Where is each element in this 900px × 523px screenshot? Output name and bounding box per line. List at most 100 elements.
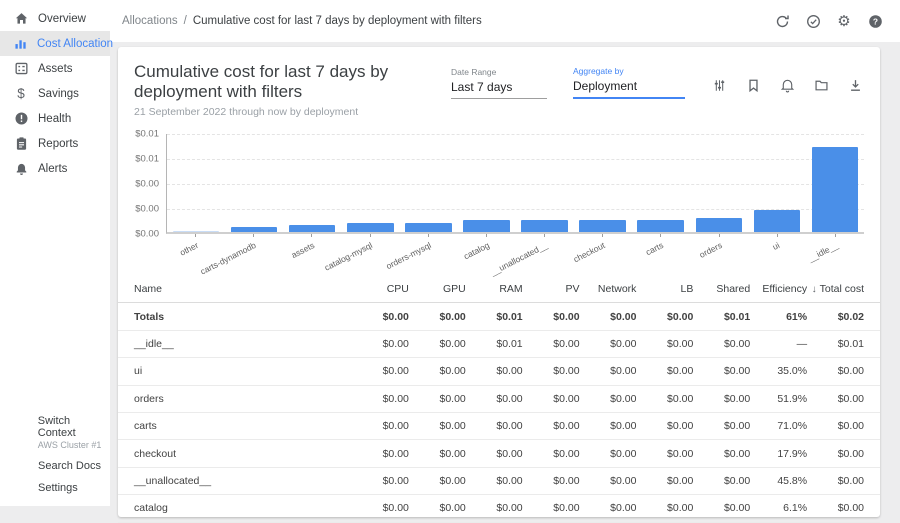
current-context-value: AWS Cluster #1 [38, 440, 110, 450]
date-range-value[interactable]: Last 7 days [451, 80, 547, 99]
bar-assets[interactable] [283, 134, 341, 232]
sidebar-item-label: Savings [38, 88, 79, 100]
table-row-carts[interactable]: carts$0.00$0.00$0.00$0.00$0.00$0.00$0.00… [118, 413, 880, 440]
row-name: ui [134, 365, 352, 377]
table-header-row: NameCPUGPURAMPVNetworkLBSharedEfficiency… [118, 276, 880, 303]
column-header-efficiency[interactable]: Efficiency [750, 283, 807, 295]
table-row-checkout[interactable]: checkout$0.00$0.00$0.00$0.00$0.00$0.00$0… [118, 440, 880, 467]
sidebar-item-alerts[interactable]: Alerts [0, 156, 110, 181]
sidebar-item-label: Assets [38, 63, 73, 75]
row-value-cpu: $0.00 [352, 393, 409, 405]
aggregate-by-value[interactable]: Deployment [573, 79, 685, 99]
bookmark-icon[interactable] [745, 77, 762, 94]
bar-catalog[interactable] [457, 134, 515, 232]
tune-filters-icon[interactable] [711, 77, 728, 94]
bar-carts[interactable] [632, 134, 690, 232]
bar-rect [637, 220, 683, 233]
sidebar-item-cost-allocation[interactable]: Cost Allocation [0, 31, 110, 56]
sidebar-item-reports[interactable]: Reports [0, 131, 110, 156]
sidebar-item-savings[interactable]: $ Savings [0, 81, 110, 106]
column-header-cpu[interactable]: CPU [352, 283, 409, 295]
gear-icon[interactable]: ⚙ [835, 12, 853, 30]
x-axis-label: __idle__ [806, 240, 839, 264]
refresh-icon[interactable] [773, 12, 791, 30]
sidebar-item-health[interactable]: Health [0, 106, 110, 131]
aggregate-by-field[interactable]: Aggregate by Deployment [573, 66, 685, 99]
column-header-network[interactable]: Network [580, 283, 637, 295]
y-axis-labels: $0.01$0.01$0.00$0.00$0.00 [124, 134, 166, 236]
breadcrumb-allocations-link[interactable]: Allocations [122, 15, 178, 27]
bar-orders-mysql[interactable] [399, 134, 457, 232]
row-value-total-cost: $0.00 [807, 365, 864, 377]
row-value-total-cost: $0.02 [807, 311, 864, 323]
row-value-efficiency: 6.1% [750, 502, 807, 514]
download-icon[interactable] [847, 77, 864, 94]
column-header-lb[interactable]: LB [636, 283, 693, 295]
column-header-name[interactable]: Name [134, 283, 352, 295]
x-axis-label: checkout [572, 240, 607, 264]
row-value-gpu: $0.00 [409, 365, 466, 377]
bar-ui[interactable] [748, 134, 806, 232]
bar-rect [405, 223, 451, 232]
table-row-ui[interactable]: ui$0.00$0.00$0.00$0.00$0.00$0.00$0.0035.… [118, 358, 880, 385]
bar-carts-dynamodb[interactable] [225, 134, 283, 232]
row-value-lb: $0.00 [636, 393, 693, 405]
main-area: Allocations / Cumulative cost for last 7… [110, 0, 900, 506]
bell-filled-icon [13, 161, 29, 176]
breadcrumb: Allocations / Cumulative cost for last 7… [122, 15, 482, 27]
chart-plot-area [166, 134, 864, 234]
y-tick-label: $0.01 [135, 154, 159, 165]
bell-outline-icon[interactable] [779, 77, 796, 94]
table-row-orders[interactable]: orders$0.00$0.00$0.00$0.00$0.00$0.00$0.0… [118, 386, 880, 413]
bar-catalog-mysql[interactable] [341, 134, 399, 232]
row-value-gpu: $0.00 [409, 338, 466, 350]
date-range-field[interactable]: Date Range Last 7 days [451, 67, 547, 99]
folder-icon[interactable] [813, 77, 830, 94]
row-value-gpu: $0.00 [409, 448, 466, 460]
row-name: Totals [134, 311, 352, 323]
bar-orders[interactable] [690, 134, 748, 232]
column-header-pv[interactable]: PV [523, 283, 580, 295]
row-value-cpu: $0.00 [352, 502, 409, 514]
bar-unallocated[interactable] [515, 134, 573, 232]
bar-chart-icon [13, 36, 28, 51]
svg-text:?: ? [872, 16, 877, 26]
table-row-totals[interactable]: Totals$0.00$0.00$0.01$0.00$0.00$0.00$0.0… [118, 303, 880, 330]
row-value-efficiency: 17.9% [750, 448, 807, 460]
x-axis-label: catalog [462, 240, 491, 261]
topbar: Allocations / Cumulative cost for last 7… [110, 0, 900, 42]
table-row-idle[interactable]: __idle__$0.00$0.00$0.01$0.00$0.00$0.00$0… [118, 331, 880, 358]
column-header-total-cost[interactable]: ↓Total cost [807, 283, 864, 295]
bar-idle[interactable] [806, 134, 864, 232]
breadcrumb-separator: / [184, 15, 187, 27]
row-name: checkout [134, 448, 352, 460]
column-header-ram[interactable]: RAM [466, 283, 523, 295]
row-value-shared: $0.00 [693, 448, 750, 460]
bar-rect [521, 220, 567, 233]
row-value-lb: $0.00 [636, 502, 693, 514]
sidebar-item-assets[interactable]: Assets [0, 56, 110, 81]
sidebar-item-label: Reports [38, 138, 78, 150]
help-icon[interactable]: ? [866, 12, 884, 30]
sidebar-item-overview[interactable]: Overview [0, 6, 110, 31]
bar-checkout[interactable] [574, 134, 632, 232]
bar-rect [289, 225, 335, 232]
row-value-cpu: $0.00 [352, 448, 409, 460]
x-tick-orders: orders [690, 234, 748, 274]
dollar-icon: $ [13, 86, 29, 101]
x-axis-label: carts [644, 240, 665, 257]
column-header-shared[interactable]: Shared [693, 283, 750, 295]
switch-context-button[interactable]: Switch Context AWS Cluster #1 [0, 410, 110, 455]
table-row-unallocated[interactable]: __unallocated__$0.00$0.00$0.00$0.00$0.00… [118, 468, 880, 495]
row-value-network: $0.00 [580, 365, 637, 377]
x-tick-carts-dynamodb: carts-dynamodb [224, 234, 282, 274]
search-docs-button[interactable]: Search Docs [0, 455, 110, 477]
aggregate-by-label: Aggregate by [573, 66, 685, 76]
row-value-pv: $0.00 [523, 338, 580, 350]
table-row-catalog[interactable]: catalog$0.00$0.00$0.00$0.00$0.00$0.00$0.… [118, 495, 880, 522]
column-header-gpu[interactable]: GPU [409, 283, 466, 295]
bar-other[interactable] [167, 134, 225, 232]
settings-button[interactable]: Settings [0, 477, 110, 499]
bar-rect [812, 147, 858, 232]
check-circle-icon[interactable] [804, 12, 822, 30]
